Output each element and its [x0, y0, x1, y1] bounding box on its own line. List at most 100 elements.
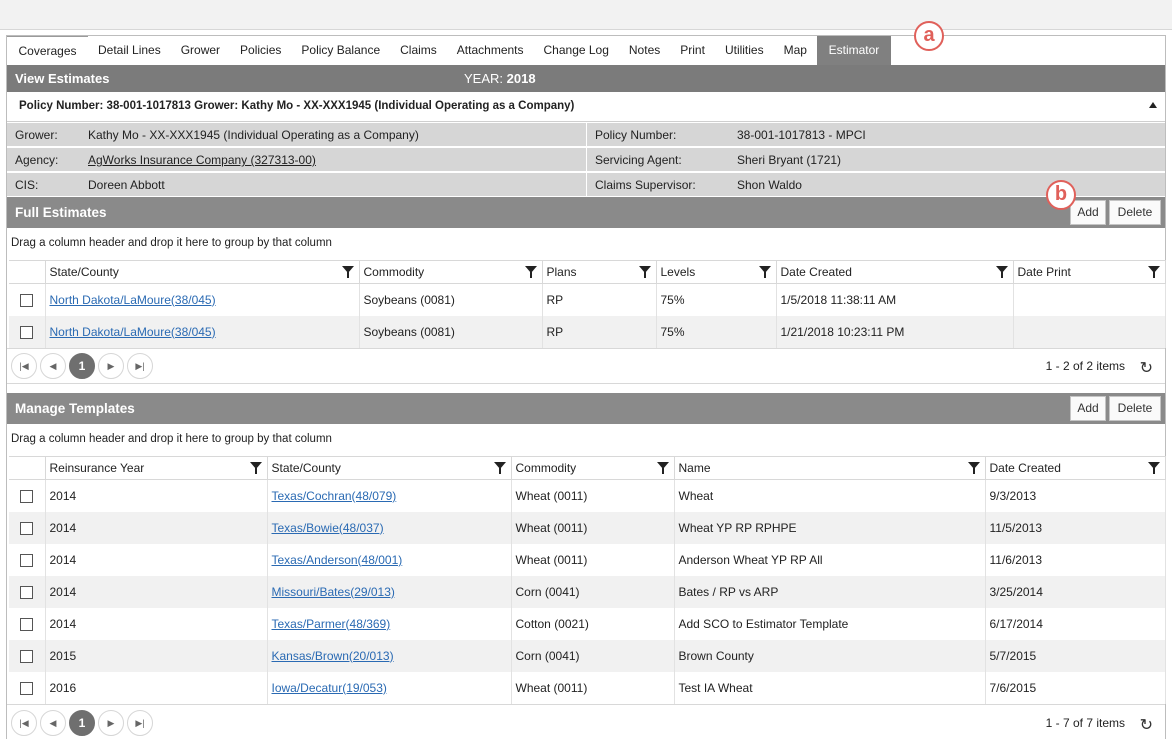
row-select — [9, 511, 46, 544]
filter-icon[interactable] — [656, 462, 669, 474]
column-label: Date Created — [780, 265, 852, 279]
templates-delete-button[interactable]: Delete — [1109, 396, 1161, 421]
table-row[interactable]: 2014 Texas/Bowie(48/037) Wheat (0011) Wh… — [9, 511, 1166, 544]
filter-icon[interactable] — [1147, 462, 1160, 474]
column-header-date-created[interactable]: Date Created — [776, 260, 1014, 284]
refresh-icon[interactable]: ↻ — [1140, 358, 1153, 378]
agency-link[interactable]: AgWorks Insurance Company (327313-00) — [88, 153, 316, 167]
tab-estimator[interactable]: Estimator — [816, 36, 891, 65]
cell-commodity: Soybeans (0081) — [359, 315, 543, 348]
column-label: Levels — [660, 265, 696, 279]
state-county-link[interactable]: Iowa/Decatur(19/053) — [272, 681, 387, 695]
cis-info: CIS: Doreen Abbott — [7, 173, 586, 196]
tab-map[interactable]: Map — [774, 36, 817, 65]
row-checkbox[interactable] — [20, 521, 34, 535]
table-row[interactable]: 2015 Kansas/Brown(20/013) Corn (0041) Br… — [9, 639, 1166, 672]
row-select — [9, 543, 46, 576]
tab-print[interactable]: Print — [670, 36, 715, 65]
table-row[interactable]: North Dakota/LaMoure(38/045) Soybeans (0… — [9, 283, 1166, 316]
row-checkbox[interactable] — [20, 649, 34, 663]
row-checkbox[interactable] — [20, 585, 34, 599]
filter-icon[interactable] — [524, 266, 537, 278]
column-header-commodity[interactable]: Commodity — [359, 260, 543, 284]
first-page-button[interactable]: |◀ — [11, 710, 37, 736]
filter-icon[interactable] — [995, 266, 1008, 278]
column-header-commodity[interactable]: Commodity — [511, 456, 675, 480]
state-county-link[interactable]: North Dakota/LaMoure(38/045) — [50, 293, 216, 307]
cell-state-county: North Dakota/LaMoure(38/045) — [45, 315, 360, 348]
full-estimates-add-button[interactable]: Add — [1070, 200, 1106, 225]
table-row[interactable]: North Dakota/LaMoure(38/045) Soybeans (0… — [9, 315, 1166, 348]
row-checkbox[interactable] — [20, 325, 34, 339]
row-checkbox[interactable] — [20, 553, 34, 567]
grower-info: Grower: Kathy Mo - XX-XXX1945 (Individua… — [7, 123, 586, 146]
state-county-link[interactable]: Texas/Anderson(48/001) — [272, 553, 403, 567]
filter-icon[interactable] — [249, 462, 262, 474]
full-estimates-delete-button[interactable]: Delete — [1109, 200, 1161, 225]
filter-icon[interactable] — [1147, 266, 1160, 278]
filter-icon[interactable] — [758, 266, 771, 278]
tab-grower[interactable]: Grower — [171, 36, 230, 65]
tab-policy-balance[interactable]: Policy Balance — [291, 36, 390, 65]
cell-date-created: 1/5/2018 11:38:11 AM — [776, 283, 1014, 316]
filter-icon[interactable] — [638, 266, 651, 278]
cell-plans: RP — [542, 283, 657, 316]
table-row[interactable]: 2014 Texas/Anderson(48/001) Wheat (0011)… — [9, 543, 1166, 576]
cell-name: Add SCO to Estimator Template — [674, 607, 986, 640]
filter-icon[interactable] — [967, 462, 980, 474]
tab-coverages[interactable]: Coverages — [7, 36, 88, 65]
state-county-link[interactable]: Kansas/Brown(20/013) — [272, 649, 394, 663]
table-row[interactable]: 2014 Texas/Cochran(48/079) Wheat (0011) … — [9, 479, 1166, 512]
row-checkbox[interactable] — [20, 489, 34, 503]
column-header-date-created[interactable]: Date Created — [985, 456, 1166, 480]
manage-templates-title: Manage Templates — [15, 401, 135, 416]
templates-add-button[interactable]: Add — [1070, 396, 1106, 421]
state-county-link[interactable]: North Dakota/LaMoure(38/045) — [50, 325, 216, 339]
row-checkbox[interactable] — [20, 617, 34, 631]
column-header-name[interactable]: Name — [674, 456, 986, 480]
column-header-date-print[interactable]: Date Print — [1013, 260, 1166, 284]
cell-name: Wheat — [674, 479, 986, 512]
last-page-button[interactable]: ▶| — [127, 710, 153, 736]
state-county-link[interactable]: Missouri/Bates(29/013) — [272, 585, 395, 599]
policy-header[interactable]: Policy Number: 38-001-1017813 Grower: Ka… — [7, 92, 1165, 122]
table-row[interactable]: 2014 Missouri/Bates(29/013) Corn (0041) … — [9, 575, 1166, 608]
last-page-button[interactable]: ▶| — [127, 353, 153, 379]
cell-name: Test IA Wheat — [674, 671, 986, 704]
claims-supervisor-label: Claims Supervisor: — [595, 178, 696, 192]
tab-attachments[interactable]: Attachments — [447, 36, 534, 65]
prev-page-button[interactable]: ◀ — [40, 353, 66, 379]
tab-utilities[interactable]: Utilities — [715, 36, 774, 65]
first-page-button[interactable]: |◀ — [11, 353, 37, 379]
cell-year: 2014 — [45, 607, 268, 640]
column-header-state-county[interactable]: State/County — [267, 456, 512, 480]
filter-icon[interactable] — [493, 462, 506, 474]
row-checkbox[interactable] — [20, 681, 34, 695]
tab-notes[interactable]: Notes — [619, 36, 670, 65]
refresh-icon[interactable]: ↻ — [1140, 715, 1153, 735]
table-row[interactable]: 2014 Texas/Parmer(48/369) Cotton (0021) … — [9, 607, 1166, 640]
tab-claims[interactable]: Claims — [390, 36, 447, 65]
year-display: YEAR: 2018 — [464, 71, 536, 86]
tab-policies[interactable]: Policies — [230, 36, 291, 65]
table-row[interactable]: 2016 Iowa/Decatur(19/053) Wheat (0011) T… — [9, 671, 1166, 704]
state-county-link[interactable]: Texas/Cochran(48/079) — [272, 489, 397, 503]
collapse-caret-icon[interactable] — [1149, 102, 1157, 108]
row-checkbox[interactable] — [20, 293, 34, 307]
next-page-button[interactable]: ▶ — [98, 353, 124, 379]
current-page-button[interactable]: 1 — [69, 353, 95, 379]
column-header-levels[interactable]: Levels — [656, 260, 777, 284]
column-header-reinsurance-year[interactable]: Reinsurance Year — [45, 456, 268, 480]
cell-state-county: Kansas/Brown(20/013) — [267, 639, 512, 672]
column-header-plans[interactable]: Plans — [542, 260, 657, 284]
estimator-panel: Coverages Detail Lines Grower Policies P… — [6, 21, 1166, 739]
state-county-link[interactable]: Texas/Bowie(48/037) — [272, 521, 384, 535]
filter-icon[interactable] — [341, 266, 354, 278]
tab-change-log[interactable]: Change Log — [534, 36, 619, 65]
next-page-button[interactable]: ▶ — [98, 710, 124, 736]
prev-page-button[interactable]: ◀ — [40, 710, 66, 736]
tab-detail-lines[interactable]: Detail Lines — [88, 36, 171, 65]
column-header-state-county[interactable]: State/County — [45, 260, 360, 284]
current-page-button[interactable]: 1 — [69, 710, 95, 736]
state-county-link[interactable]: Texas/Parmer(48/369) — [272, 617, 391, 631]
